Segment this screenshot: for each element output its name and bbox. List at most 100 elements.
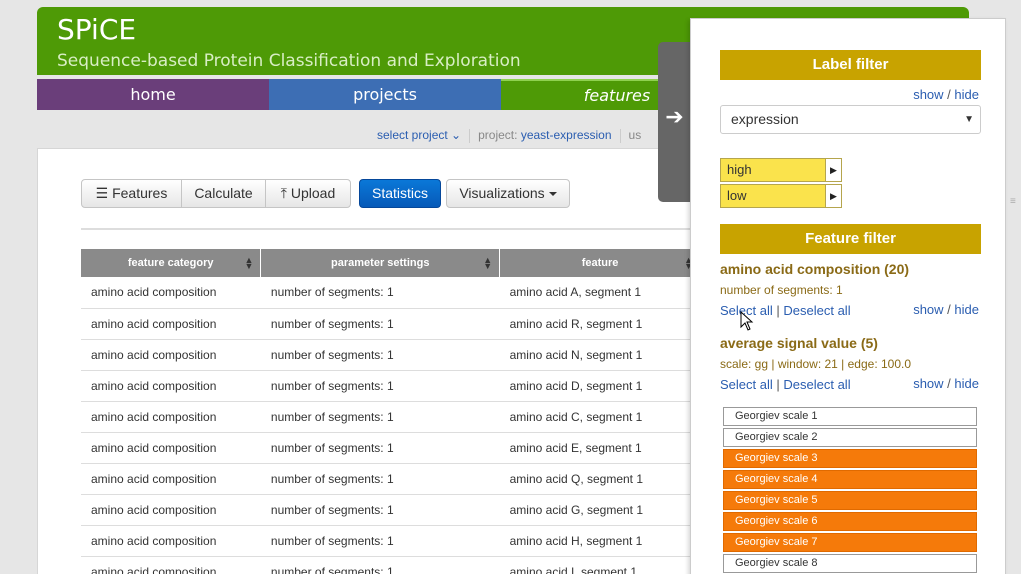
cell-parameter-settings: number of segments: 1: [260, 401, 500, 433]
statistics-button-label: Statistics: [371, 185, 428, 201]
label-filter-show-hide: show / hide: [913, 87, 979, 102]
show-link[interactable]: show: [913, 376, 943, 391]
separator: /: [947, 376, 951, 391]
cell-parameter-settings: number of segments: 1: [260, 339, 500, 371]
table-row[interactable]: amino acid composition number of segments…: [81, 525, 701, 557]
separator: /: [947, 302, 951, 317]
cell-feature: amino acid A, segment 1: [499, 277, 701, 309]
scrollbar-grip[interactable]: ≡: [1010, 197, 1018, 212]
table-row[interactable]: amino acid composition number of segments…: [81, 463, 701, 495]
table-row[interactable]: amino acid composition number of segments…: [81, 339, 701, 371]
hide-link[interactable]: hide: [954, 302, 979, 317]
label-chip-high[interactable]: high ▶: [720, 158, 842, 182]
table-header-row: feature category ▲ ▼ parameter settings ▲ ▼ …: [81, 249, 701, 277]
table-row[interactable]: amino acid composition number of segments…: [81, 370, 701, 402]
hide-link[interactable]: hide: [954, 87, 979, 102]
arrow-right-icon: ➔: [665, 104, 684, 129]
cell-parameter-settings: number of segments: 1: [260, 556, 500, 574]
visualizations-dropdown-button[interactable]: Visualizations: [446, 179, 570, 208]
scale-item[interactable]: Georgiev scale 3: [723, 449, 977, 468]
cell-feature: amino acid C, segment 1: [499, 401, 701, 433]
list-icon: ☰: [95, 185, 109, 201]
user-label: us: [628, 128, 642, 142]
table-row[interactable]: amino acid composition number of segments…: [81, 556, 701, 574]
table-row[interactable]: amino acid composition number of segments…: [81, 494, 701, 526]
hide-link[interactable]: hide: [954, 376, 979, 391]
divider: [469, 128, 471, 143]
deselect-all-link[interactable]: Deselect all: [783, 303, 850, 318]
nav-tab-home[interactable]: home: [37, 79, 269, 110]
statistics-button[interactable]: Statistics: [359, 179, 441, 208]
table-row[interactable]: amino acid composition number of segments…: [81, 401, 701, 433]
column-header-parameter-settings[interactable]: parameter settings ▲ ▼: [260, 249, 501, 277]
cell-parameter-settings: number of segments: 1: [260, 370, 500, 402]
mouse-cursor-icon: [740, 311, 754, 331]
cell-feature: amino acid N, segment 1: [499, 339, 701, 371]
cell-feature-category: amino acid composition: [81, 525, 261, 557]
label-chip-low[interactable]: low ▶: [720, 184, 842, 208]
deselect-all-link[interactable]: Deselect all: [783, 377, 850, 392]
cell-parameter-settings: number of segments: 1: [260, 525, 500, 557]
show-link[interactable]: show: [913, 302, 943, 317]
scale-item[interactable]: Georgiev scale 2: [723, 428, 977, 447]
nav-tab-projects[interactable]: projects: [269, 79, 501, 110]
upload-circle-icon: ⤒: [280, 185, 287, 201]
caret-right-icon[interactable]: ▶: [825, 185, 841, 207]
cell-feature: amino acid D, segment 1: [499, 370, 701, 402]
cell-feature: amino acid G, segment 1: [499, 494, 701, 526]
divider: [619, 128, 621, 143]
upload-button[interactable]: ⤒ Upload: [265, 179, 351, 208]
feature-group-params: number of segments: 1: [720, 283, 843, 297]
cell-feature: amino acid Q, segment 1: [499, 463, 701, 495]
feature-group-select-links: Select all | Deselect all: [720, 377, 851, 392]
cell-feature-category: amino acid composition: [81, 308, 261, 340]
cell-parameter-settings: number of segments: 1: [260, 432, 500, 464]
table-row[interactable]: amino acid composition number of segments…: [81, 308, 701, 340]
app-subtitle: Sequence-based Protein Classification an…: [57, 51, 521, 71]
label-chip-text: high: [727, 162, 752, 177]
scale-item[interactable]: Georgiev scale 6: [723, 512, 977, 531]
select-project-label: select project: [377, 128, 448, 142]
scale-item[interactable]: Georgiev scale 4: [723, 470, 977, 489]
column-header-label: feature category: [127, 257, 214, 269]
sort-icon: ▲ ▼: [244, 255, 254, 271]
scale-item[interactable]: Georgiev scale 8: [723, 554, 977, 573]
caret-down-icon: [548, 192, 557, 197]
column-header-label: feature: [581, 257, 619, 269]
label-select[interactable]: expression ▼: [720, 105, 981, 134]
project-link[interactable]: yeast-expression: [521, 128, 612, 142]
column-header-feature[interactable]: feature ▲ ▼: [499, 249, 701, 277]
show-link[interactable]: show: [913, 87, 943, 102]
filter-panel-toggle[interactable]: ➔: [658, 42, 691, 202]
caret-right-icon[interactable]: ▶: [825, 159, 841, 181]
filter-panel: Label filter show / hide expression ▼ hi…: [690, 18, 1006, 574]
sort-icon: ▲ ▼: [483, 255, 493, 271]
features-button[interactable]: ☰ Features: [81, 179, 182, 208]
cell-feature: amino acid R, segment 1: [499, 308, 701, 340]
cell-feature-category: amino acid composition: [81, 277, 261, 309]
cell-parameter-settings: number of segments: 1: [260, 463, 500, 495]
select-all-link[interactable]: Select all: [720, 377, 773, 392]
scale-item[interactable]: Georgiev scale 7: [723, 533, 977, 552]
separator: /: [947, 87, 951, 102]
cell-feature-category: amino acid composition: [81, 370, 261, 402]
cell-feature: amino acid E, segment 1: [499, 432, 701, 464]
chevron-down-icon: ⌄: [451, 128, 462, 142]
features-button-label: Features: [112, 185, 168, 201]
label-filter-header: Label filter: [720, 50, 981, 80]
cell-feature: amino acid H, segment 1: [499, 525, 701, 557]
label-select-value: expression: [731, 111, 799, 127]
scale-item[interactable]: Georgiev scale 1: [723, 407, 977, 426]
separator: |: [776, 303, 780, 318]
feature-group-show-hide: show / hide: [913, 376, 979, 391]
table-row[interactable]: amino acid composition number of segments…: [81, 277, 701, 309]
calculate-button-label: Calculate: [194, 185, 253, 201]
feature-table: feature category ▲ ▼ parameter settings ▲ ▼ …: [81, 249, 701, 574]
cell-feature: amino acid I, segment 1: [499, 556, 701, 574]
cell-feature-category: amino acid composition: [81, 556, 261, 574]
table-row[interactable]: amino acid composition number of segments…: [81, 432, 701, 464]
select-project-dropdown[interactable]: select project ⌄: [377, 128, 461, 142]
column-header-feature-category[interactable]: feature category ▲ ▼: [81, 249, 262, 277]
scale-item[interactable]: Georgiev scale 5: [723, 491, 977, 510]
calculate-button[interactable]: Calculate: [181, 179, 266, 208]
